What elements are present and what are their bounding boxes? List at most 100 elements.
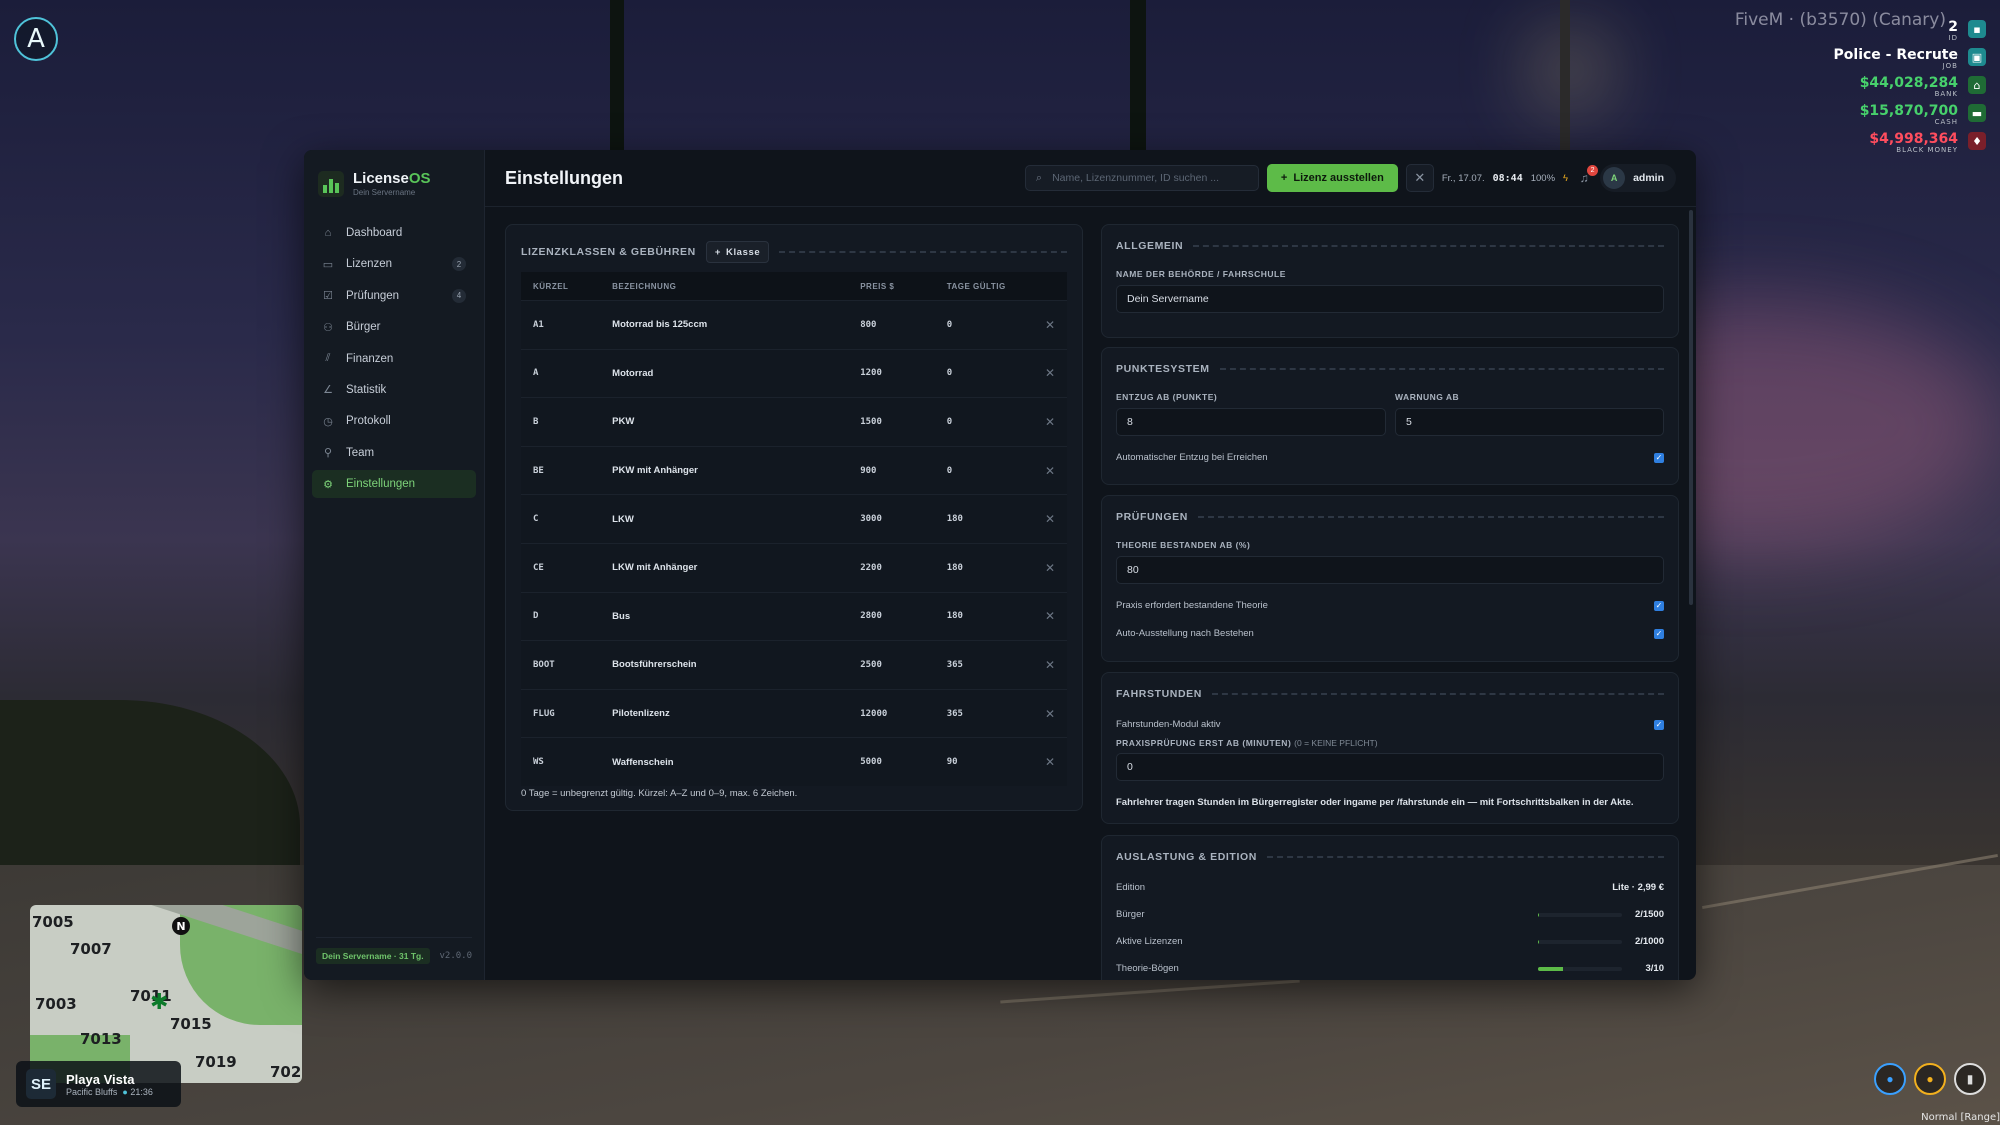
cell-price[interactable]: 800 [848, 300, 935, 350]
delete-row-button[interactable]: ✕ [1032, 542, 1067, 593]
cell-price[interactable]: 2200 [848, 542, 935, 593]
cell-price[interactable]: 12000 [848, 688, 935, 738]
delete-row-button[interactable]: ✕ [1032, 348, 1067, 398]
cell-name[interactable]: Pilotenlizenz [600, 688, 849, 738]
sidebar-item-dashboard[interactable]: ⌂ Dashboard [312, 219, 476, 247]
table-row: D Bus 2800 180 ✕ [521, 591, 1067, 641]
sidebar-item-label: Bürger [346, 321, 381, 334]
close-icon: ✕ [1044, 317, 1055, 332]
hud-cash-row: $15,870,700 CASH ▬ [1735, 104, 1986, 126]
delete-row-button[interactable]: ✕ [1032, 640, 1067, 690]
cell-days[interactable]: 0 [934, 348, 1033, 398]
theory-pass-label: THEORIE BESTANDEN AB (%) [1116, 540, 1251, 550]
main-content: Einstellungen ⌕ + Lizenz ausstellen ✕ Fr… [485, 150, 1696, 980]
issue-license-button[interactable]: + Lizenz ausstellen [1266, 164, 1398, 192]
cell-name[interactable]: Bootsführerschein [600, 640, 849, 690]
area-name: Pacific Bluffs [66, 1086, 118, 1097]
auto-issue-checkbox[interactable]: ✓ [1654, 628, 1664, 639]
add-class-button[interactable]: + Klasse [705, 241, 770, 263]
cell-days[interactable]: 180 [934, 591, 1033, 641]
cell-name[interactable]: Motorrad [600, 348, 849, 398]
cell-code[interactable]: D [521, 591, 601, 641]
hospital-icon: ✱ [150, 990, 169, 1015]
cell-days[interactable]: 365 [934, 640, 1033, 690]
cell-price[interactable]: 1200 [848, 348, 935, 398]
delete-row-button[interactable]: ✕ [1032, 591, 1067, 641]
sidebar-item-lizenzen[interactable]: ▭ Lizenzen 2 [312, 250, 476, 278]
cell-code[interactable]: BOOT [521, 640, 601, 690]
exams-title: PRÜFUNGEN [1116, 511, 1188, 523]
table-row: BOOT Bootsführerschein 2500 365 ✕ [521, 640, 1067, 690]
driving-lessons-title: FAHRSTUNDEN [1116, 688, 1202, 700]
cell-name[interactable]: PKW mit Anhänger [600, 445, 849, 495]
cell-price[interactable]: 2500 [848, 640, 935, 690]
cell-code[interactable]: BE [521, 445, 601, 495]
delete-row-button[interactable]: ✕ [1032, 300, 1067, 350]
module-active-checkbox[interactable]: ✓ [1654, 719, 1664, 730]
cell-name[interactable]: Bus [600, 591, 849, 641]
content-scrollbar[interactable] [1689, 210, 1693, 605]
cell-days[interactable]: 180 [934, 494, 1033, 544]
module-active-row: Fahrstunden-Modul aktiv ✓ [1116, 719, 1664, 730]
cell-price[interactable]: 1500 [848, 397, 935, 447]
sidebar-item-team[interactable]: ⚲ Team [312, 439, 476, 467]
cell-code[interactable]: WS [521, 737, 601, 786]
warning-threshold-input[interactable]: 5 [1395, 408, 1664, 436]
delete-row-button[interactable]: ✕ [1032, 397, 1067, 447]
cell-days[interactable]: 365 [934, 688, 1033, 738]
cell-code[interactable]: A1 [521, 300, 601, 350]
minimap-number: 7005 [32, 913, 74, 931]
practice-requires-theory-checkbox[interactable]: ✓ [1654, 600, 1664, 611]
notifications-button[interactable]: ♫ 2 [1576, 165, 1599, 185]
driving-lessons-info: Fahrlehrer tragen Stunden im Bürgerregis… [1116, 797, 1634, 808]
revocation-threshold-input[interactable]: 8 [1116, 408, 1386, 436]
cell-days[interactable]: 0 [934, 397, 1033, 447]
min-minutes-input[interactable]: 0 [1116, 753, 1664, 781]
user-menu[interactable]: A admin [1600, 164, 1676, 192]
cell-days[interactable]: 0 [934, 300, 1033, 350]
general-card: ALLGEMEIN NAME DER BEHÖRDE / FAHRSCHULE … [1101, 224, 1679, 338]
sidebar-item-protokoll[interactable]: ◷ Protokoll [312, 407, 476, 435]
usage-value: 2/1000 [1634, 936, 1664, 947]
sidebar-item-statistik[interactable]: ∠ Statistik [312, 376, 476, 404]
heading-direction: SE [26, 1069, 56, 1099]
close-button[interactable]: ✕ [1405, 164, 1434, 192]
delete-row-button[interactable]: ✕ [1032, 445, 1067, 495]
black-money-value: $4,998,364 [1869, 131, 1958, 147]
cell-price[interactable]: 2800 [848, 591, 935, 641]
sidebar-item-pr-fungen[interactable]: ☑ Prüfungen 4 [312, 282, 476, 310]
cell-code[interactable]: A [521, 348, 601, 398]
table-row: A Motorrad 1200 0 ✕ [521, 348, 1067, 398]
sidebar-item-label: Einstellungen [346, 478, 416, 491]
close-icon: ✕ [1044, 706, 1055, 721]
search-input[interactable] [1050, 171, 1248, 185]
authority-input[interactable]: Dein Servername [1116, 285, 1664, 313]
nav-count-badge: 2 [452, 257, 466, 272]
delete-row-button[interactable]: ✕ [1032, 494, 1067, 544]
cell-price[interactable]: 900 [848, 445, 935, 495]
cell-code[interactable]: FLUG [521, 688, 601, 738]
cell-days[interactable]: 180 [934, 542, 1033, 593]
cell-name[interactable]: LKW [600, 494, 849, 544]
usage-value: 2/1500 [1634, 909, 1664, 920]
cell-days[interactable]: 0 [934, 445, 1033, 495]
cell-name[interactable]: LKW mit Anhänger [600, 542, 849, 593]
cell-name[interactable]: Motorrad bis 125ccm [600, 300, 849, 350]
cell-name[interactable]: Waffenschein [600, 737, 849, 786]
delete-row-button[interactable]: ✕ [1032, 737, 1067, 786]
cell-price[interactable]: 5000 [848, 737, 935, 786]
sidebar-item-einstellungen[interactable]: ⚙ Einstellungen [312, 470, 476, 499]
cell-price[interactable]: 3000 [848, 494, 935, 544]
bank-label: BANK [1934, 90, 1958, 98]
cell-code[interactable]: CE [521, 542, 601, 593]
delete-row-button[interactable]: ✕ [1032, 688, 1067, 738]
cell-code[interactable]: C [521, 494, 601, 544]
cell-code[interactable]: B [521, 397, 601, 447]
sidebar-item-label: Team [346, 446, 375, 459]
sidebar-item-b-rger[interactable]: ⚇ Bürger [312, 313, 476, 341]
cell-days[interactable]: 90 [934, 737, 1033, 786]
auto-revocation-checkbox[interactable]: ✓ [1654, 452, 1664, 463]
sidebar-item-finanzen[interactable]: ⫽ Finanzen [312, 345, 476, 373]
theory-pass-input[interactable]: 80 [1116, 556, 1664, 584]
cell-name[interactable]: PKW [600, 397, 849, 447]
